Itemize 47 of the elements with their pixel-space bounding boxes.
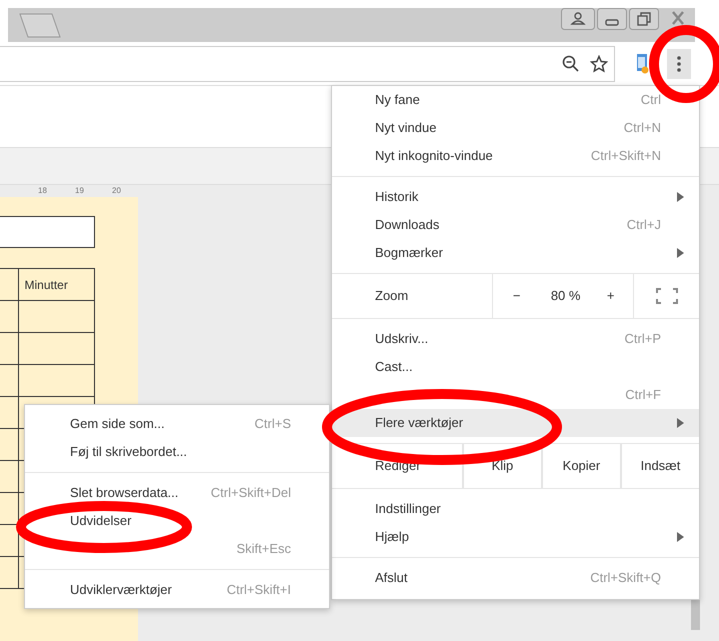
menu-button[interactable] xyxy=(667,48,691,78)
menu-item[interactable]: Gem side som... xyxy=(70,414,165,434)
menu-item[interactable]: Indstillinger xyxy=(332,495,699,523)
shortcut-label: Ctrl+Skift+I xyxy=(226,581,291,600)
table-cell xyxy=(0,332,18,364)
profile-icon[interactable] xyxy=(561,8,595,30)
minimize-icon[interactable] xyxy=(597,8,627,30)
menu-item[interactable]: Nyt inkognito-vindue Ctrl+Skift+N xyxy=(332,142,699,170)
menu-item[interactable]: Ny fane Ctrl xyxy=(332,86,699,114)
ruler-number: 18 xyxy=(37,185,48,197)
edit-button[interactable]: Indsæt xyxy=(620,444,699,488)
zoom-out-icon[interactable] xyxy=(562,54,580,72)
table-cell xyxy=(0,268,18,300)
table-header: Minutter xyxy=(18,268,94,300)
restore-icon[interactable] xyxy=(629,8,659,30)
menu-item[interactable]: Udviklerværktøjer xyxy=(70,580,172,600)
zoom-out-button[interactable]: − xyxy=(492,274,541,318)
zoom-in-button[interactable]: + xyxy=(590,274,631,318)
menu-item[interactable]: Slet browserdata... xyxy=(70,483,178,503)
edit-button[interactable]: Kopier xyxy=(540,444,620,488)
menu-item[interactable]: Udskriv... Ctrl+P xyxy=(332,325,699,353)
menu-item[interactable]: Cast... xyxy=(332,353,699,381)
scrollbar-thumb[interactable] xyxy=(691,598,700,630)
menu-item[interactable]: Historik xyxy=(332,183,699,211)
table-cell xyxy=(0,364,18,396)
star-icon[interactable] xyxy=(590,54,608,72)
extension-icon[interactable] xyxy=(637,54,649,74)
ruler-number: 19 xyxy=(74,185,85,197)
ruler-number: 20 xyxy=(111,185,122,197)
zoom-label: Zoom xyxy=(374,287,410,306)
menu-item[interactable]: Downloads Ctrl+J xyxy=(332,211,699,239)
shortcut-label: Skift+Esc xyxy=(236,540,291,558)
menu-item[interactable]: Føj til skrivebordet... xyxy=(70,442,188,462)
menu-item[interactable]: Afslut Ctrl+Skift+Q xyxy=(332,564,699,592)
zoom-level: 80 % xyxy=(550,287,582,306)
menu-item[interactable]: Flere værktøjer xyxy=(332,409,699,437)
menu-icon xyxy=(677,56,681,72)
fullscreen-icon[interactable] xyxy=(656,288,678,304)
table-cell xyxy=(0,300,18,332)
table-cell xyxy=(0,492,18,524)
edit-button[interactable]: Klip xyxy=(462,444,541,488)
shortcut-label: Ctrl+Skift+Del xyxy=(210,484,291,502)
menu-item[interactable]: Hjælp xyxy=(332,523,699,551)
menu-item[interactable]: Udvidelser xyxy=(70,511,132,531)
menu-item[interactable]: Nyt vindue Ctrl+N xyxy=(332,114,699,142)
menu-item[interactable]: Bogmærker xyxy=(332,239,699,267)
shortcut-label: Ctrl+S xyxy=(254,415,291,434)
